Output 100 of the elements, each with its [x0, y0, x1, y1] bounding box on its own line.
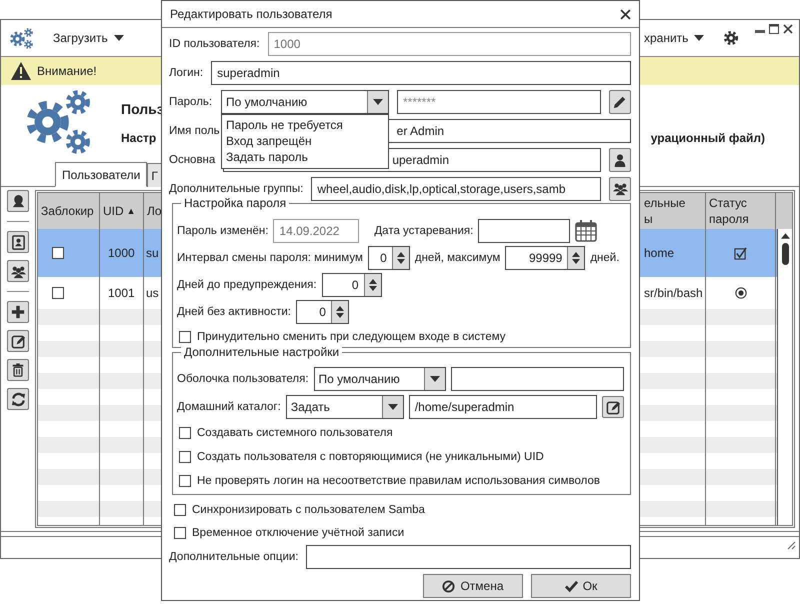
password-mode-dropdown[interactable]: По умолчанию — [221, 90, 389, 114]
shell-field[interactable] — [450, 367, 624, 391]
checkbox[interactable] — [174, 504, 186, 516]
edit-button[interactable] — [609, 90, 631, 114]
add-button[interactable] — [7, 301, 29, 323]
calendar-icon[interactable] — [575, 218, 598, 242]
cancel-button[interactable]: Отмена — [423, 574, 523, 598]
dialog-title: Редактировать пользователя — [170, 7, 332, 21]
close-icon[interactable] — [620, 8, 631, 20]
edit-button[interactable] — [7, 330, 29, 352]
checkbox-label: Не проверять логин на несоответствие правилам использования символов — [197, 475, 600, 487]
refresh-button[interactable] — [7, 388, 29, 410]
field-label: Пароль: — [169, 96, 213, 108]
users-button[interactable] — [7, 260, 29, 282]
checkbox-label: Синхронизировать с пользователем Samba — [192, 504, 425, 516]
cancel-icon — [442, 580, 456, 592]
spin-arrows-icon — [334, 304, 345, 320]
field-label: Интервал смены пароля: минимум — [177, 252, 363, 264]
maximize-icon[interactable] — [769, 24, 779, 34]
table-cell: sr/bin/bash — [644, 286, 703, 300]
spin-field[interactable]: 0 — [322, 272, 382, 296]
field-label: Основна — [169, 154, 216, 166]
checkbox[interactable] — [179, 475, 191, 487]
table-cell: 1000 — [108, 246, 135, 260]
spin-arrows-icon — [396, 250, 406, 266]
field-label: Дней до предупреждения: — [177, 278, 317, 290]
field-label: Дней без активности: — [177, 306, 291, 318]
field-label: Пароль изменён: — [177, 224, 268, 236]
spin-field[interactable]: 0 — [368, 246, 410, 270]
check-icon — [564, 580, 578, 592]
refresh-icon — [10, 392, 26, 406]
checkbox-label: Создавать системного пользователя — [197, 427, 393, 439]
pencil-icon — [613, 94, 627, 108]
warning-icon — [11, 62, 31, 80]
user-icon — [613, 152, 627, 166]
ok-button[interactable]: Ок — [531, 574, 631, 598]
home-dir-field[interactable]: /home/superadmin — [408, 395, 597, 419]
login-field[interactable]: superadmin — [211, 60, 631, 84]
edit-button[interactable] — [602, 396, 624, 418]
group-title: Дополнительные настройки — [181, 345, 342, 360]
spin-arrows-icon — [368, 276, 378, 292]
field-label: Дополнительные группы: — [169, 182, 304, 194]
table-cell: us — [146, 286, 159, 300]
scrollbar[interactable] — [777, 229, 792, 525]
field-label: Оболочка пользователя: — [177, 373, 309, 385]
edit-icon — [10, 334, 26, 348]
page-subtitle: Настр — [121, 131, 156, 145]
spin-arrows-icon — [571, 250, 582, 266]
checkbox-label: Создать пользователя с повторяющимися (не уникальными) UID — [197, 451, 544, 463]
spin-field[interactable]: 99999 — [505, 246, 586, 270]
checkbox[interactable] — [174, 526, 186, 538]
resize-grip-icon[interactable] — [786, 540, 796, 550]
shell-dropdown[interactable]: По умолчанию — [314, 367, 446, 391]
field-label: ID пользователя: — [169, 38, 260, 50]
checkbox[interactable] — [52, 247, 64, 259]
field-label: дней, максимум — [414, 252, 500, 264]
checkbox[interactable] — [52, 287, 64, 299]
save-menu[interactable]: хранить — [643, 29, 706, 47]
checkbox-label: Принудительно сменить при следующем входе в систему — [197, 331, 506, 343]
page-subtitle: урационный файл) — [650, 131, 765, 145]
scroll-up-icon — [780, 233, 790, 239]
caret-icon — [114, 35, 124, 41]
scroll-thumb[interactable] — [782, 243, 788, 265]
spin-field[interactable]: 0 — [296, 300, 349, 324]
user-button[interactable] — [609, 148, 631, 172]
field-label: Дата устаревания: — [374, 224, 474, 236]
users-icon — [10, 264, 26, 278]
gears-icon — [27, 90, 93, 156]
caret-icon — [388, 404, 398, 410]
groups-field[interactable]: wheel,audio,disk,lp,optical,storage,users,samb — [311, 176, 601, 200]
caret-icon — [430, 376, 440, 382]
delete-button[interactable] — [7, 359, 29, 381]
close-icon[interactable] — [783, 24, 793, 34]
group-title: Настройка пароля — [181, 196, 290, 211]
checkbox-label: Временное отключение учётной записи — [192, 526, 404, 538]
table-cell: 1001 — [108, 286, 135, 300]
groups-button[interactable] — [609, 176, 631, 200]
field-label: Имя поль — [169, 124, 220, 136]
users-icon — [612, 181, 628, 196]
password-field[interactable]: ******* — [397, 90, 601, 114]
field-label: дней. — [590, 252, 620, 264]
field-label: Дополнительные опции: — [169, 551, 298, 563]
contact-card-button[interactable] — [7, 231, 29, 253]
trash-icon — [11, 363, 25, 377]
checkbox[interactable] — [179, 427, 191, 439]
checkbox[interactable] — [179, 331, 191, 343]
date-field[interactable] — [478, 218, 570, 242]
menu-item[interactable]: Задать пароль — [222, 149, 388, 165]
contact-card-icon — [10, 234, 26, 250]
settings-icon[interactable] — [722, 30, 739, 46]
plus-icon — [11, 305, 25, 319]
tab[interactable]: Пользователи — [55, 162, 148, 187]
extra-options-field[interactable] — [306, 545, 631, 569]
table-cell: home — [644, 246, 674, 260]
gears-icon — [9, 27, 35, 49]
caret-icon — [373, 98, 383, 104]
load-menu[interactable]: Загрузить — [51, 29, 126, 47]
checkbox[interactable] — [179, 451, 191, 463]
caret-icon — [694, 35, 704, 41]
home-mode-dropdown[interactable]: Задать — [286, 395, 404, 419]
